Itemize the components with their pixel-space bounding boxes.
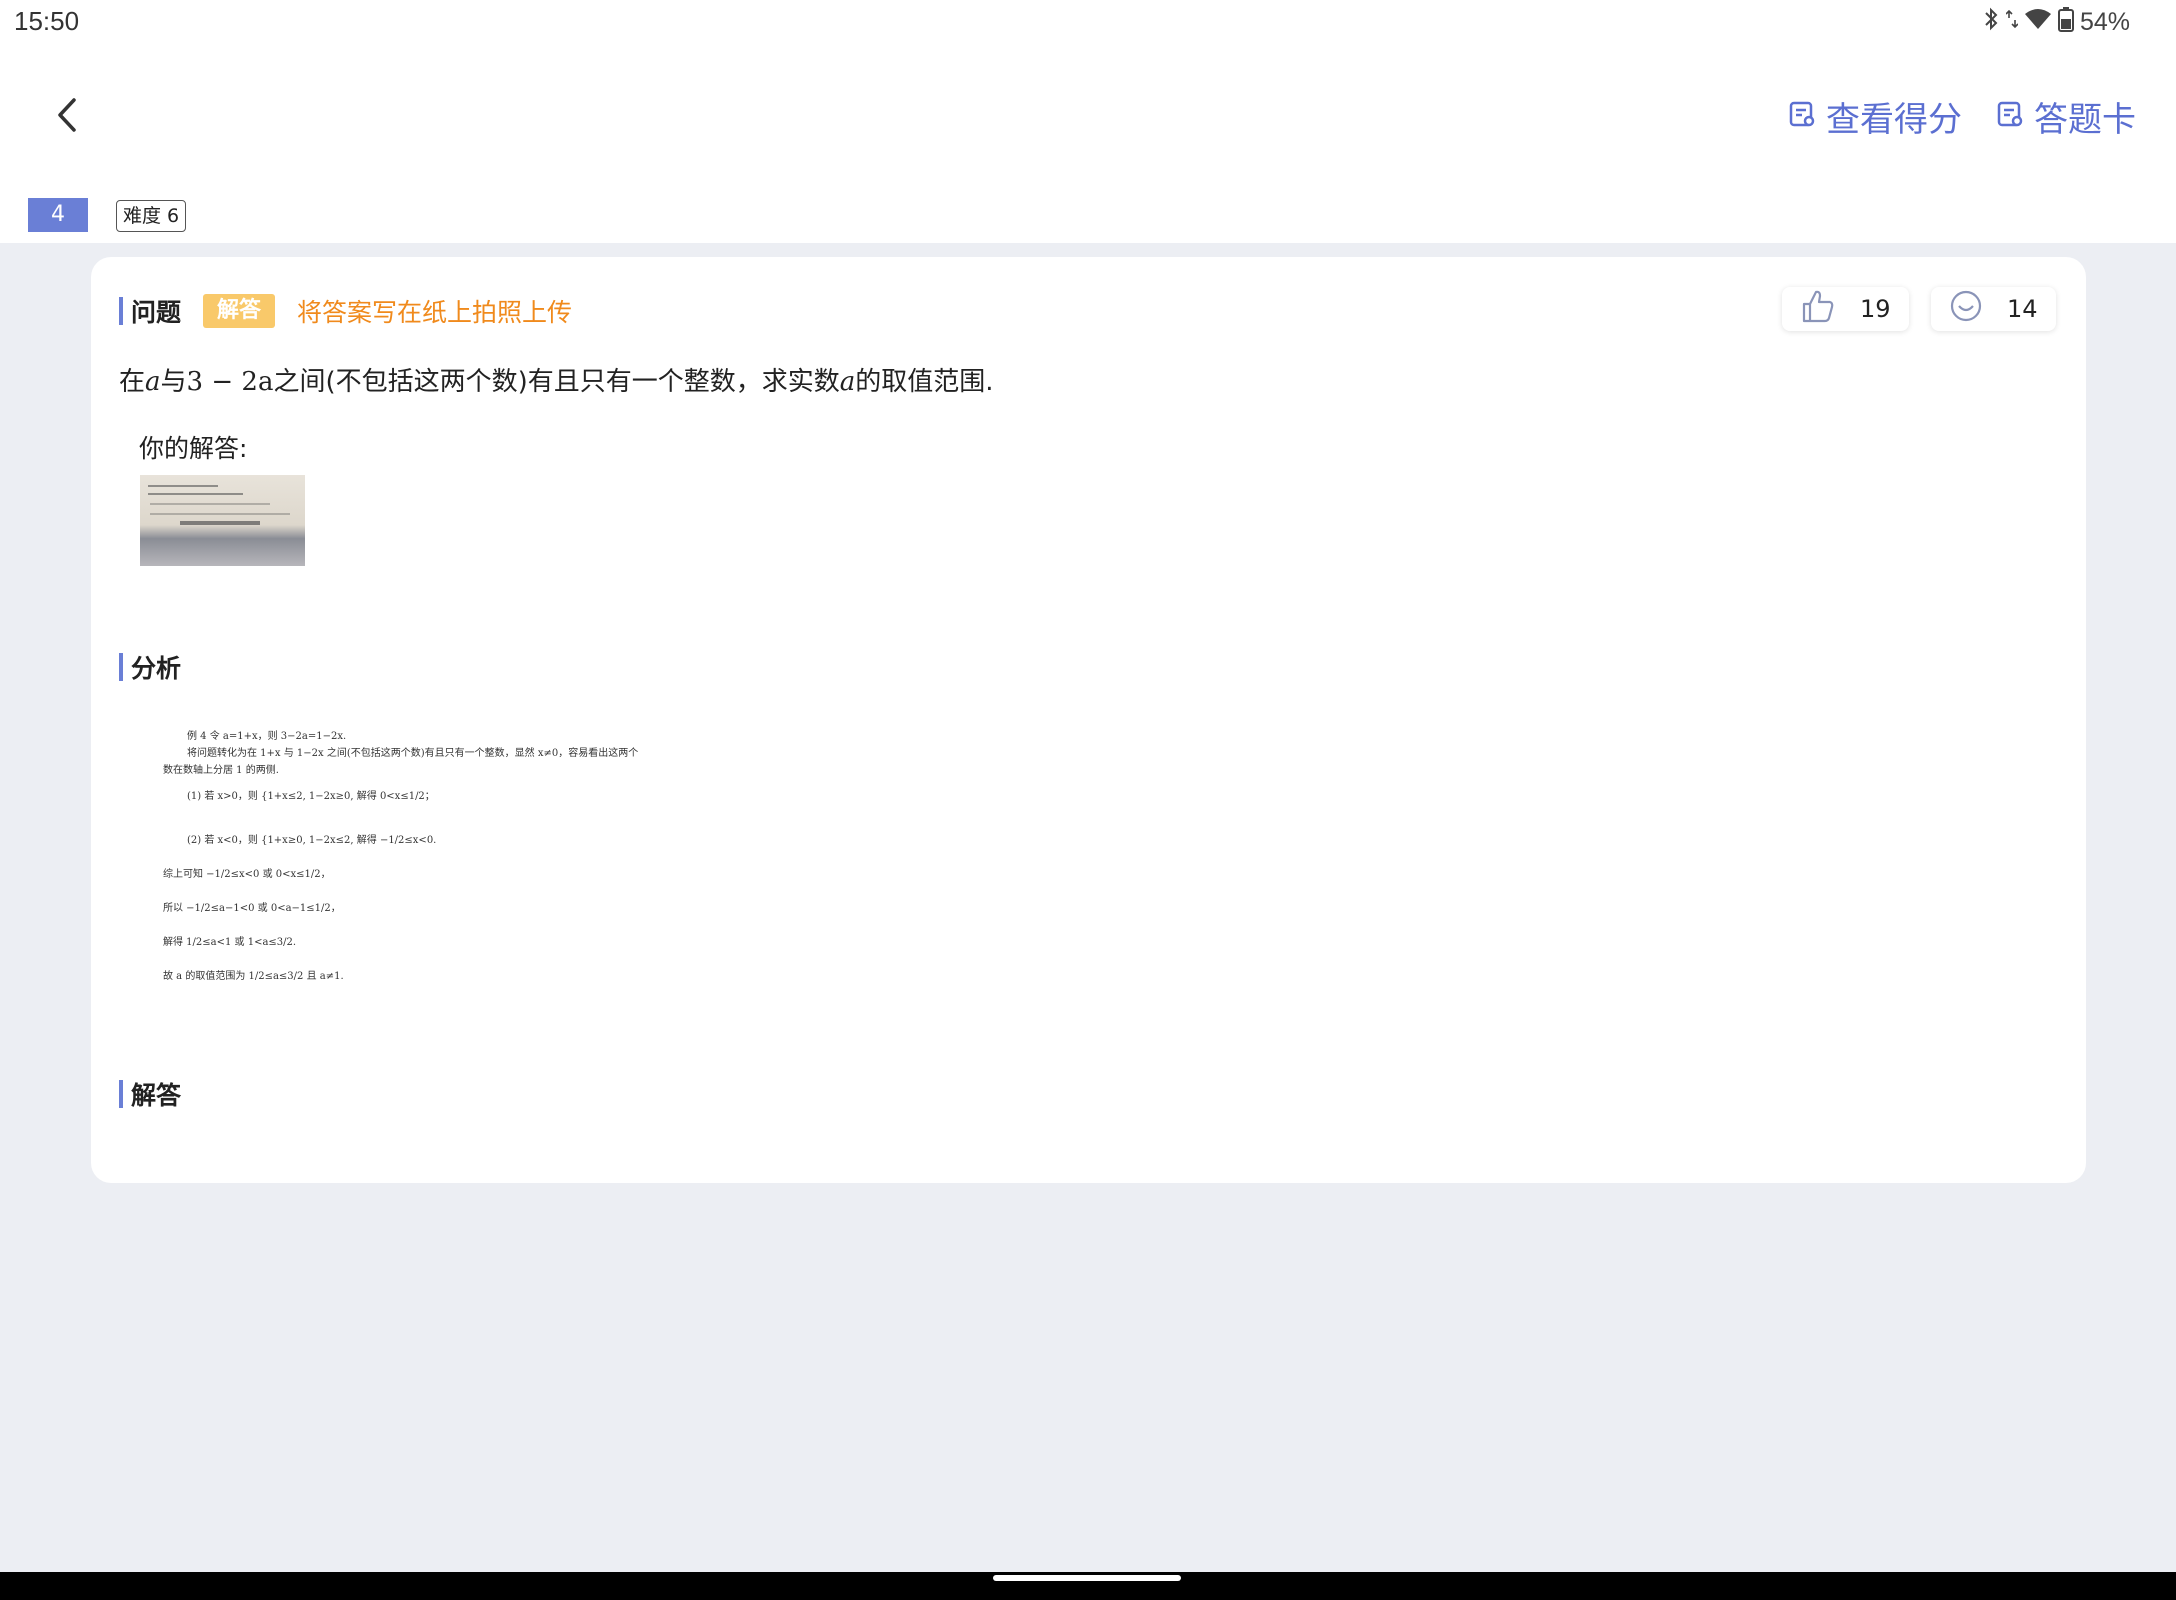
wifi-icon: [2024, 7, 2052, 38]
question-text-part: 在: [119, 367, 146, 397]
answer-card-label: 答题卡: [2034, 100, 2136, 140]
analysis-line: 所以 −1/2≤a−1<0 或 0<a−1≤1/2，: [163, 903, 341, 914]
analysis-header: 分析: [119, 649, 181, 685]
battery-level: 54%: [2079, 8, 2130, 36]
question-type-tag: 解答: [203, 294, 276, 328]
view-score-label: 查看得分: [1826, 100, 1962, 140]
back-arrow-icon: [58, 98, 76, 132]
analysis-solution-image: 例 4 令 a=1+x，则 3−2a=1−2x. 将问题转化为在 1+x 与 1…: [161, 727, 751, 1013]
data-arrows-icon: [2005, 7, 2019, 38]
solution-section-title: 解答: [131, 1081, 182, 1110]
answer-card-button[interactable]: 答题卡: [1996, 92, 2136, 141]
analysis-line: 故 a 的取值范围为 1/2≤a≤3/2 且 a≠1.: [163, 971, 344, 982]
thumbs-up-icon: [1800, 288, 1836, 330]
document-icon: [1788, 97, 1816, 137]
analysis-line: (2) 若 x<0，则 {1+x≥0, 1−2x≤2, 解得 −1/2≤x<0.: [187, 835, 437, 846]
like-button[interactable]: 19: [1782, 287, 1909, 331]
home-gesture-handle[interactable]: [993, 1575, 1181, 1581]
upload-hint: 将答案写在纸上拍照上传: [297, 298, 573, 327]
comment-button[interactable]: 14: [1931, 287, 2056, 331]
question-section-title: 问题: [131, 298, 182, 327]
analysis-line: 综上可知 −1/2≤x<0 或 0<x≤1/2，: [163, 869, 331, 880]
solution-header: 解答: [119, 1076, 181, 1112]
question-card: 问题 解答 将答案写在纸上拍照上传 19 14 在a与3 − 2a之间(不包括这…: [91, 257, 2086, 1183]
question-text-part: 之间(不包括这两个数)有且只有一个整数，求实数: [273, 367, 840, 397]
difficulty-badge: 难度 6: [116, 200, 187, 232]
battery-icon: [2057, 6, 2074, 39]
question-text-part: 与: [160, 367, 187, 397]
top-bar: 15:50 54% 查看得分 答题卡 4 难度 6: [0, 0, 2176, 243]
question-number-badge[interactable]: 4: [28, 198, 88, 232]
analysis-line: 将问题转化为在 1+x 与 1−2x 之间(不包括这两个数)有且只有一个整数，显…: [187, 748, 639, 759]
analysis-line: 例 4 令 a=1+x，则 3−2a=1−2x.: [187, 731, 347, 742]
navigation-bar: [0, 1572, 2176, 1600]
analysis-line: 解得 1/2≤a<1 或 1<a≤3/2.: [163, 937, 297, 948]
section-accent-bar: [119, 1080, 123, 1108]
bluetooth-icon: [1982, 7, 2000, 38]
math-var-a: a: [839, 367, 856, 397]
smiley-icon: [1949, 289, 1983, 329]
question-text-part: 的取值范围.: [855, 367, 994, 397]
comment-count: 14: [2007, 295, 2038, 323]
analysis-line: (1) 若 x>0，则 {1+x≤2, 1−2x≥0, 解得 0<x≤1/2；: [187, 791, 435, 802]
status-time: 15:50: [14, 6, 80, 36]
answer-photo-thumbnail[interactable]: [140, 475, 305, 566]
section-accent-bar: [119, 297, 123, 325]
document-icon: [1996, 97, 2024, 137]
view-score-button[interactable]: 查看得分: [1788, 92, 1962, 141]
section-accent-bar: [119, 653, 123, 681]
analysis-line: 数在数轴上分居 1 的两侧.: [163, 765, 279, 776]
question-text: 在a与3 − 2a之间(不包括这两个数)有且只有一个整数，求实数a的取值范围.: [119, 361, 994, 398]
back-button[interactable]: [48, 92, 88, 138]
question-header: 问题 解答 将答案写在纸上拍照上传: [119, 293, 572, 329]
your-answer-label: 你的解答:: [139, 434, 248, 463]
status-icons: 54%: [1982, 6, 2130, 39]
analysis-section-title: 分析: [131, 654, 182, 683]
math-var-a: a: [145, 367, 161, 397]
like-count: 19: [1860, 295, 1891, 323]
math-expression: 3 − 2a: [186, 367, 274, 397]
